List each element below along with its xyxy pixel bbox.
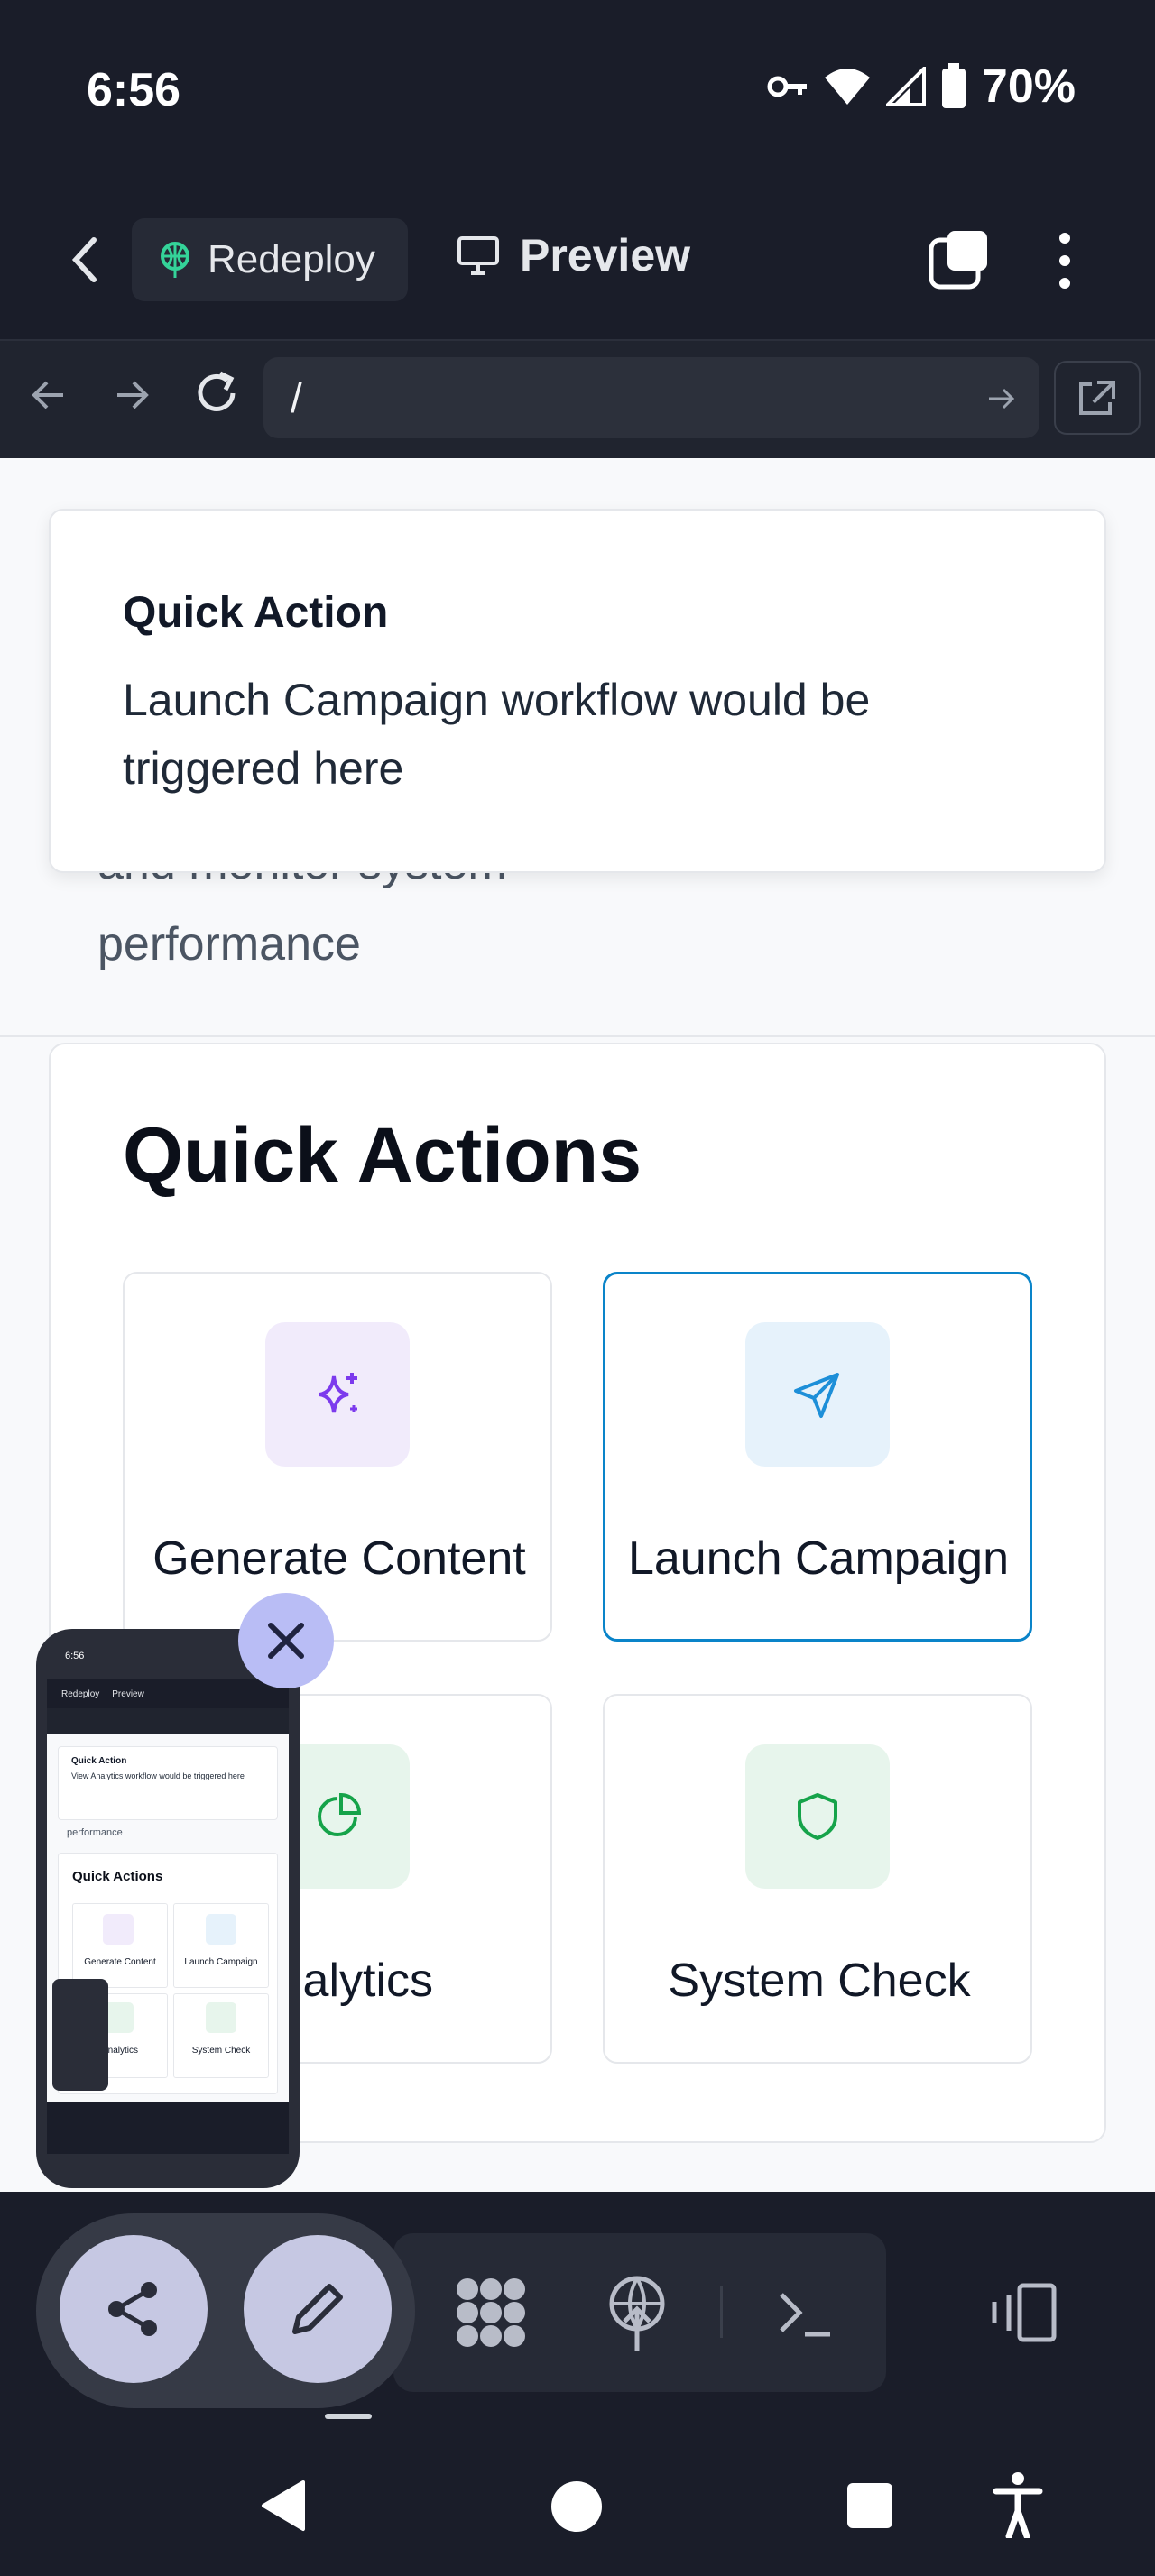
thumb-icon-box (206, 1914, 236, 1945)
thumb-time: 6:56 (65, 1651, 85, 1661)
status-time: 6:56 (87, 64, 181, 116)
edit-button[interactable] (244, 2235, 392, 2383)
gesture-handle (325, 2414, 372, 2419)
preview-label: Preview (520, 230, 691, 281)
device-panels-icon (992, 2283, 1057, 2342)
preview-tab[interactable]: Preview (457, 229, 690, 281)
accessibility-icon (993, 2472, 1043, 2540)
chevron-left-icon (71, 237, 97, 282)
nav-home[interactable] (550, 2480, 603, 2533)
shield-icon (798, 1793, 837, 1840)
system-check-label: System Check (668, 1955, 971, 2007)
thumb-preview: Preview (112, 1688, 144, 1699)
toolbar-divider (720, 2286, 723, 2338)
reload-button[interactable] (191, 368, 242, 419)
nav-forward-button[interactable] (110, 373, 153, 417)
terminal-icon (780, 2293, 830, 2337)
deploy-button[interactable] (605, 2273, 670, 2352)
thumb-nested-thumbnail (52, 1979, 108, 2091)
terminal-button[interactable] (776, 2284, 834, 2341)
battery-icon (941, 63, 966, 108)
close-thumbnail-button[interactable] (238, 1593, 334, 1688)
more-menu-button[interactable] (1054, 229, 1076, 292)
tabs-switcher-button[interactable] (928, 229, 991, 292)
pencil-icon (292, 2284, 343, 2334)
battery-percent: 70% (981, 60, 1076, 113)
deploy-globe-icon (609, 2276, 665, 2351)
url-path: / (291, 374, 302, 421)
thumb-status: 6:56 (65, 1651, 84, 1661)
redeploy-button[interactable]: Redeploy (132, 218, 408, 301)
tabs-icon (929, 231, 987, 290)
signal-icon (885, 67, 926, 106)
thumb-toast-title: Quick Action (71, 1756, 127, 1766)
share-button[interactable] (60, 2235, 208, 2383)
grid-dots-icon (457, 2278, 525, 2347)
arrow-right-icon (117, 381, 149, 409)
thumb-icon-box (103, 1914, 134, 1945)
launch-campaign-icon-box (745, 1322, 890, 1467)
close-icon (268, 1623, 304, 1659)
external-link-icon (1079, 381, 1115, 415)
thumb-header: Redeploy Preview (47, 1679, 289, 1708)
quick-actions-heading: Quick Actions (123, 1112, 642, 1199)
back-button[interactable] (60, 231, 114, 289)
pie-chart-icon (318, 1792, 362, 1836)
nav-back-button[interactable] (27, 373, 70, 417)
thumb-bg-text: performance (67, 1827, 123, 1838)
share-icon (108, 2282, 157, 2336)
monitor-icon (457, 236, 499, 275)
generate-content-icon-box (265, 1322, 410, 1467)
system-check-tile[interactable]: System Check (603, 1694, 1032, 2064)
home-circle-icon (551, 2481, 602, 2532)
thumb-navbar (47, 2138, 289, 2154)
deploy-tree-icon (161, 242, 189, 278)
send-icon (794, 1373, 839, 1418)
thumb-tile-label: Launch Campaign (184, 1957, 258, 1967)
launch-campaign-label: Launch Campaign (627, 1532, 1010, 1585)
status-icons: 70% (767, 60, 1076, 114)
thumb-heading: Quick Actions (72, 1869, 163, 1884)
thumb-urlbar (47, 1708, 289, 1734)
launch-campaign-tile[interactable]: Launch Campaign (603, 1272, 1032, 1642)
reload-icon (198, 371, 236, 411)
components-button[interactable] (451, 2273, 531, 2352)
open-external-button[interactable] (1054, 361, 1141, 435)
device-switch-button[interactable] (987, 2282, 1059, 2343)
system-check-icon-box (745, 1744, 890, 1889)
url-go-button[interactable] (985, 382, 1018, 415)
thumb-toolbar (47, 2102, 289, 2138)
thumb-icon-box (206, 2002, 236, 2033)
wifi-icon (824, 69, 870, 105)
thumb-tile-label: System Check (191, 2046, 251, 2056)
url-input[interactable] (263, 357, 1040, 438)
thumb-redeploy: Redeploy (61, 1688, 100, 1699)
nav-accessibility[interactable] (993, 2471, 1043, 2540)
generate-content-label: Generate Content (152, 1532, 526, 1585)
toast-message: Launch Campaign workflow would be trigge… (123, 675, 871, 794)
sparkle-icon (319, 1373, 357, 1413)
thumb-toast: Quick Action View Analytics workflow wou… (58, 1746, 278, 1820)
toast-title: Quick Action (123, 589, 389, 637)
background-text-line2: performance (97, 918, 361, 971)
square-recents-icon (847, 2483, 892, 2528)
vpn-key-icon (767, 76, 807, 97)
nav-back[interactable] (258, 2479, 309, 2533)
content-divider (0, 1035, 1155, 1037)
arrow-left-icon (32, 381, 63, 409)
redeploy-label: Redeploy (208, 237, 375, 281)
thumb-tile-label: Generate Content (84, 1957, 156, 1967)
more-vertical-icon (1059, 233, 1070, 289)
arrow-right-icon (989, 388, 1015, 409)
triangle-back-icon (262, 2480, 305, 2531)
nav-recents[interactable] (846, 2482, 893, 2529)
generate-content-tile[interactable]: Generate Content (123, 1272, 552, 1642)
thumb-toast-message: View Analytics workflow would be trigger… (71, 1771, 245, 1780)
